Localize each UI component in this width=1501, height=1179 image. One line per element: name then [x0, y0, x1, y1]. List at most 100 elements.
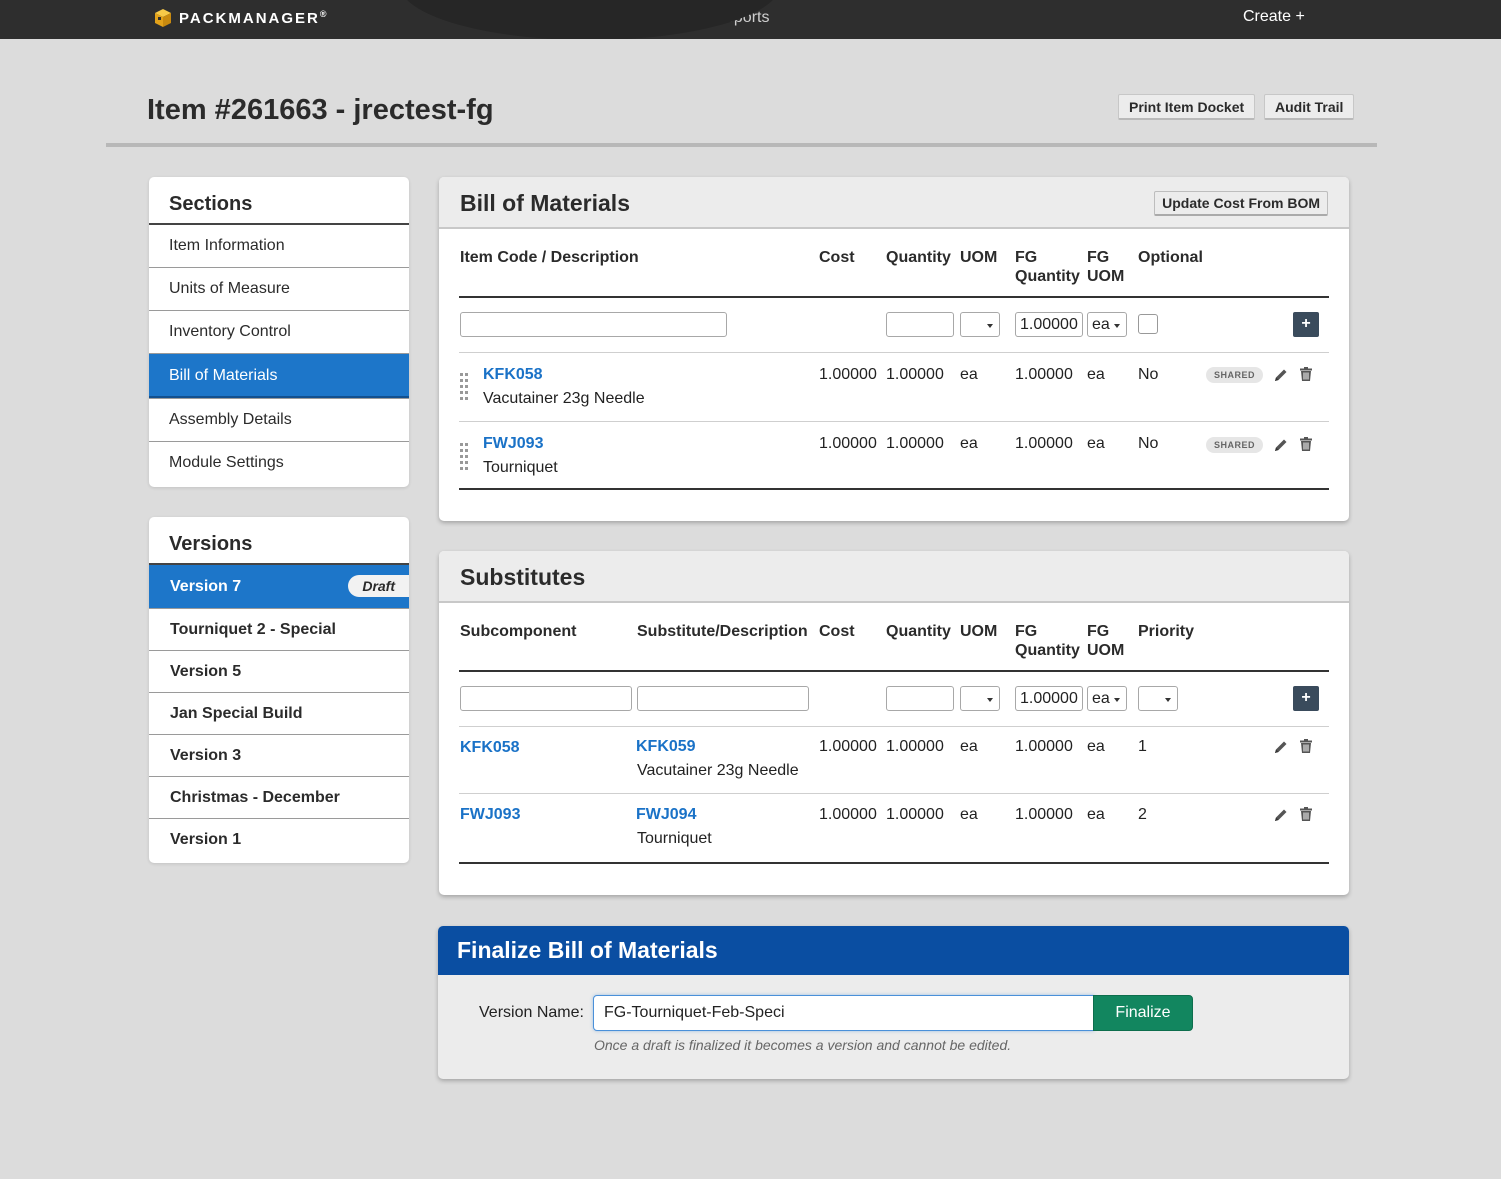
- new-fg-uom-select[interactable]: ea: [1087, 686, 1127, 711]
- shared-badge: SHARED: [1206, 367, 1264, 383]
- new-fg-quantity-input[interactable]: [1015, 686, 1083, 711]
- version-item[interactable]: Christmas - December: [149, 777, 409, 819]
- pencil-icon[interactable]: [1273, 437, 1289, 453]
- item-code-link[interactable]: KFK058: [483, 366, 543, 384]
- brand-name: PACKMANAGER®: [179, 9, 327, 27]
- caret-down-icon: [1114, 324, 1120, 328]
- fg-uom-value: ea: [1087, 435, 1105, 452]
- brand-logo[interactable]: PACKMANAGER®: [153, 8, 327, 28]
- new-quantity-input[interactable]: [886, 686, 954, 711]
- version-item[interactable]: Version 3: [149, 735, 409, 777]
- new-subcomponent-input[interactable]: [460, 686, 632, 711]
- trash-icon[interactable]: [1298, 436, 1314, 452]
- add-substitute-button[interactable]: +: [1293, 686, 1319, 711]
- cursor-overlay: [400, 0, 780, 39]
- version-item-active[interactable]: Version 7 Draft: [149, 565, 409, 609]
- sidebar-item-inventory-control[interactable]: Inventory Control: [149, 311, 409, 354]
- version-item[interactable]: Version 1: [149, 819, 409, 861]
- versions-panel: Versions Version 7 Draft Tourniquet 2 - …: [149, 517, 409, 863]
- top-navbar: PACKMANAGER® Co eports Create +: [0, 0, 1501, 39]
- drag-handle-icon[interactable]: [460, 373, 470, 401]
- new-fg-quantity-input[interactable]: [1015, 312, 1083, 337]
- table-footer-rule: [459, 488, 1329, 490]
- quantity-value: 1.00000: [886, 806, 944, 823]
- update-cost-from-bom-button[interactable]: Update Cost From BOM: [1154, 191, 1328, 216]
- substitute-code-link[interactable]: FWJ094: [636, 806, 696, 824]
- col-fg-quantity: FG Quantity: [1015, 249, 1080, 285]
- pencil-icon[interactable]: [1273, 739, 1289, 755]
- caret-down-icon: [1114, 698, 1120, 702]
- priority-value: 2: [1138, 806, 1147, 823]
- substitute-code-link[interactable]: KFK059: [636, 738, 696, 756]
- pencil-icon[interactable]: [1273, 807, 1289, 823]
- sidebar-item-item-information[interactable]: Item Information: [149, 225, 409, 268]
- bom-title: Bill of Materials: [460, 190, 630, 216]
- uom-value: ea: [960, 435, 978, 452]
- sidebar-item-units-of-measure[interactable]: Units of Measure: [149, 268, 409, 311]
- version-item[interactable]: Tourniquet 2 - Special: [149, 609, 409, 651]
- col-fg-uom: FG UOM: [1087, 249, 1125, 285]
- new-uom-select[interactable]: [960, 312, 1000, 337]
- sidebar-item-module-settings[interactable]: Module Settings: [149, 442, 409, 485]
- new-substitute-input[interactable]: [637, 686, 809, 711]
- print-item-docket-button[interactable]: Print Item Docket: [1118, 94, 1256, 120]
- sidebar-item-assembly-details[interactable]: Assembly Details: [149, 399, 409, 442]
- new-optional-checkbox[interactable]: [1138, 314, 1158, 334]
- fg-quantity-value: 1.00000: [1015, 366, 1073, 383]
- trash-icon[interactable]: [1298, 738, 1314, 754]
- finalize-title: Finalize Bill of Materials: [457, 937, 718, 963]
- audit-trail-button[interactable]: Audit Trail: [1264, 94, 1355, 120]
- cost-value: 1.00000: [819, 366, 877, 383]
- caret-down-icon: [1165, 698, 1171, 702]
- caret-down-icon: [987, 324, 993, 328]
- pencil-icon[interactable]: [1273, 367, 1289, 383]
- optional-value: No: [1138, 366, 1159, 383]
- quantity-value: 1.00000: [886, 435, 944, 452]
- item-code-link[interactable]: FWJ093: [483, 435, 543, 453]
- subcomponent-link[interactable]: KFK058: [460, 739, 520, 757]
- uom-value: ea: [960, 738, 978, 755]
- drag-handle-icon[interactable]: [460, 443, 470, 471]
- version-item[interactable]: Version 5: [149, 651, 409, 693]
- row-divider: [459, 793, 1329, 794]
- col-uom: UOM: [960, 249, 998, 266]
- table-header-rule: [459, 296, 1329, 298]
- new-uom-select[interactable]: [960, 686, 1000, 711]
- new-quantity-input[interactable]: [886, 312, 954, 337]
- caret-down-icon: [987, 698, 993, 702]
- finalize-help-text: Once a draft is finalized it becomes a v…: [594, 1037, 1012, 1053]
- col-substitute-description: Substitute/Description: [637, 623, 808, 640]
- sidebar-item-bill-of-materials[interactable]: Bill of Materials: [149, 354, 409, 399]
- optional-value: No: [1138, 435, 1159, 452]
- create-menu-button[interactable]: Create +: [1243, 8, 1305, 26]
- fg-quantity-value: 1.00000: [1015, 738, 1073, 755]
- uom-value: ea: [960, 806, 978, 823]
- item-description: Tourniquet: [483, 459, 558, 476]
- new-fg-uom-select[interactable]: ea: [1087, 312, 1127, 337]
- col-uom: UOM: [960, 623, 998, 640]
- substitute-description: Vacutainer 23g Needle: [637, 762, 799, 779]
- finalize-button[interactable]: Finalize: [1093, 995, 1193, 1031]
- row-divider: [459, 421, 1329, 422]
- shared-badge: SHARED: [1206, 437, 1264, 453]
- subcomponent-link[interactable]: FWJ093: [460, 806, 520, 824]
- bom-panel-header: Bill of Materials Update Cost From BOM: [439, 177, 1349, 229]
- new-item-code-input[interactable]: [460, 312, 727, 337]
- version-name-input[interactable]: [593, 995, 1094, 1031]
- substitutes-panel: Substitutes Subcomponent Substitute/Desc…: [439, 551, 1349, 895]
- fg-quantity-value: 1.00000: [1015, 435, 1073, 452]
- new-priority-select[interactable]: [1138, 686, 1178, 711]
- add-bom-line-button[interactable]: +: [1293, 312, 1319, 337]
- finalize-panel-header: Finalize Bill of Materials: [438, 926, 1349, 975]
- version-item[interactable]: Jan Special Build: [149, 693, 409, 735]
- fg-quantity-value: 1.00000: [1015, 806, 1073, 823]
- trash-icon[interactable]: [1298, 806, 1314, 822]
- table-header-rule: [459, 670, 1329, 672]
- col-item-code-description: Item Code / Description: [460, 249, 639, 266]
- col-fg-uom: FG UOM: [1087, 623, 1125, 659]
- header-divider: [106, 143, 1377, 147]
- versions-title: Versions: [149, 517, 409, 565]
- draft-badge: Draft: [348, 575, 409, 597]
- col-cost: Cost: [819, 249, 855, 266]
- trash-icon[interactable]: [1298, 366, 1314, 382]
